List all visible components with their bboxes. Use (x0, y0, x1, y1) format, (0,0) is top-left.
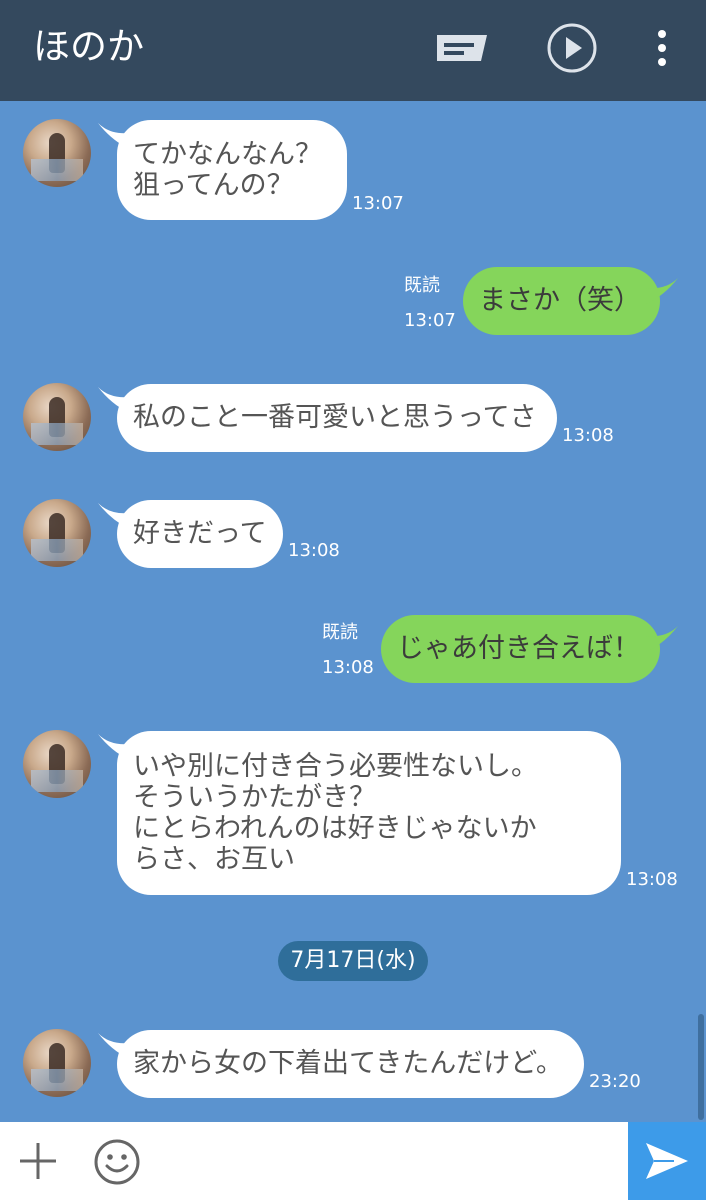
message-bubble-incoming[interactable]: てかなんなん？ 狙ってんの？ (117, 120, 347, 220)
message-text: 私のこと一番可愛いと思うってさ (133, 402, 537, 433)
message-time: 13:08 (322, 657, 374, 678)
message-time: 23:20 (589, 1071, 641, 1092)
emoji-icon[interactable] (92, 1137, 142, 1187)
message-text: 好きだって (133, 518, 267, 549)
message-time: 13:08 (562, 425, 614, 446)
message-time: 13:07 (404, 310, 456, 331)
read-receipt: 既読 (322, 622, 358, 643)
message-bubble-incoming[interactable]: いや別に付き合う必要性ないし。 そういうかたがき？ にとらわれんのは好きじゃない… (117, 731, 621, 895)
bubble-tail (646, 278, 678, 304)
play-icon[interactable] (542, 18, 602, 78)
message-text: 狙ってんの？ (133, 170, 294, 201)
message-bubble-incoming[interactable]: 好きだって (117, 500, 283, 568)
message-text: そういうかたがき？ (133, 782, 376, 813)
chat-area[interactable]: てかなんなん？ 狙ってんの？ 13:07 既読 13:07 まさか（笑） 私のこ… (0, 101, 706, 1122)
message-text: らさ、お互い (133, 844, 295, 875)
message-text: じゃあ付き合えば！ (397, 633, 640, 664)
avatar[interactable] (23, 383, 91, 451)
read-receipt: 既読 (404, 275, 440, 296)
message-text: 家から女の下着出てきたんだけど。 (133, 1048, 563, 1079)
message-bubble-incoming[interactable]: 家から女の下着出てきたんだけど。 (117, 1030, 584, 1098)
scrollbar[interactable] (698, 1014, 704, 1120)
message-text: にとらわれんのは好きじゃないか (133, 813, 537, 844)
avatar[interactable] (23, 730, 91, 798)
message-bubble-outgoing[interactable]: まさか（笑） (463, 267, 660, 335)
avatar[interactable] (23, 499, 91, 567)
message-input-bar (0, 1122, 706, 1200)
message-text: てかなんなん？ (133, 139, 322, 170)
chat-title: ほのか (33, 25, 144, 68)
message-input[interactable] (160, 1140, 610, 1184)
send-icon (646, 1143, 688, 1179)
message-time: 13:07 (352, 193, 404, 214)
more-vert-icon[interactable] (632, 18, 692, 78)
bubble-tail (646, 626, 678, 652)
message-bubble-outgoing[interactable]: じゃあ付き合えば！ (381, 615, 660, 683)
plus-icon[interactable] (16, 1139, 60, 1183)
message-time: 13:08 (288, 540, 340, 561)
avatar[interactable] (23, 1029, 91, 1097)
message-text: いや別に付き合う必要性ないし。 (133, 751, 538, 782)
chat-header: ほのか (0, 0, 706, 101)
message-time: 13:08 (626, 869, 678, 890)
chat-memo-icon[interactable] (432, 18, 492, 78)
date-separator: 7月17日(水) (278, 941, 428, 981)
message-text: まさか（笑） (479, 285, 641, 316)
message-bubble-incoming[interactable]: 私のこと一番可愛いと思うってさ (117, 384, 557, 452)
send-button[interactable] (628, 1122, 706, 1200)
avatar[interactable] (23, 119, 91, 187)
